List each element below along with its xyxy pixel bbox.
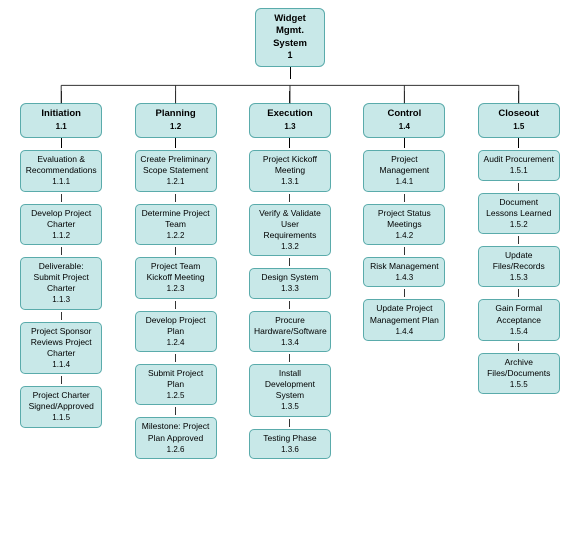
level1-label: Closeout: [498, 108, 539, 119]
level1-label: Execution: [267, 108, 312, 119]
sub-node-2-0: Project Kickoff Meeting1.3.1: [249, 150, 331, 191]
level1-node-1: Planning 1.2: [135, 103, 217, 138]
sub-nodes-col-2: Project Kickoff Meeting1.3.1 Verify & Val…: [236, 148, 344, 461]
sub-node-1-0: Create Preliminary Scope Statement1.2.1: [135, 150, 217, 191]
sub-node-4-3: Gain Formal Acceptance1.5.4: [478, 299, 560, 340]
sub-nodes-col-3: Project Management1.4.1 Project Status Me…: [350, 148, 458, 343]
sub-node-0-0: Evaluation & Recommendations1.1.1: [20, 150, 102, 191]
sub-node-1-2: Project Team Kickoff Meeting1.2.3: [135, 257, 217, 298]
sub-node-1-4: Submit Project Plan1.2.5: [135, 364, 217, 405]
sub-node-0-4: Project Charter Signed/Approved1.1.5: [20, 386, 102, 427]
sub-node-4-1: Document Lessons Learned1.5.2: [478, 193, 560, 234]
sub-node-3-0: Project Management1.4.1: [363, 150, 445, 191]
level1-num: 1.1: [56, 122, 67, 131]
sub-node-3-3: Update Project Management Plan1.4.4: [363, 299, 445, 340]
sub-nodes-col-1: Create Preliminary Scope Statement1.2.1 D…: [122, 148, 230, 461]
column-1: Planning 1.2 Create Preliminary Scope Stat…: [122, 91, 230, 461]
level1-node-0: Initiation 1.1: [20, 103, 102, 138]
sub-node-3-2: Risk Management1.4.3: [363, 257, 445, 287]
column-2: Execution 1.3 Project Kickoff Meeting1.3.1…: [236, 91, 344, 461]
sub-node-4-4: Archive Files/Documents1.5.5: [478, 353, 560, 394]
level1-node-4: Closeout 1.5: [478, 103, 560, 138]
level1-num: 1.2: [170, 122, 181, 131]
wbs-chart: Widget Mgmt. System 1 Initiation 1.1 Evalu…: [0, 0, 580, 469]
sub-nodes-col-0: Evaluation & Recommendations1.1.1 Develop…: [7, 148, 115, 430]
level1-node-2: Execution 1.3: [249, 103, 331, 138]
column-3: Control1.4Project Management1.4.1Project…: [350, 91, 458, 343]
root-node: Widget Mgmt. System 1: [255, 8, 325, 67]
level1-node-3: Control 1.4: [363, 103, 445, 138]
sub-node-0-3: Project Sponsor Reviews Project Charter1…: [20, 322, 102, 375]
sub-node-2-5: Testing Phase1.3.6: [249, 429, 331, 459]
sub-node-0-1: Develop Project Charter1.1.2: [20, 204, 102, 245]
sub-node-1-5: Milestone: Project Plan Approved1.2.6: [135, 417, 217, 458]
root-num: 1: [287, 50, 292, 60]
sub-node-1-3: Develop Project Plan1.2.4: [135, 311, 217, 352]
root-label: Widget Mgmt. System: [273, 13, 307, 49]
level1-num: 1.5: [513, 122, 524, 131]
sub-node-2-1: Verify & Validate User Requirements1.3.2: [249, 204, 331, 257]
sub-node-2-4: Install Development System1.3.5: [249, 364, 331, 417]
sub-node-4-2: Update Files/Records1.5.3: [478, 246, 560, 287]
sub-node-2-3: Procure Hardware/Software1.3.4: [249, 311, 331, 352]
sub-node-1-1: Determine Project Team1.2.2: [135, 204, 217, 245]
column-0: Initiation 1.1 Evaluation & Recommendation…: [7, 91, 115, 429]
level1-label: Initiation: [41, 108, 81, 119]
sub-node-0-2: Deliverable: Submit Project Charter1.1.3: [20, 257, 102, 310]
level1-label: Planning: [156, 108, 196, 119]
level1-num: 1.4: [399, 122, 410, 131]
level1-num: 1.3: [284, 122, 295, 131]
level1-label: Control: [387, 108, 421, 119]
sub-nodes-col-4: Audit Procurement1.5.1 Document Lessons L…: [465, 148, 573, 396]
sub-node-4-0: Audit Procurement1.5.1: [478, 150, 560, 180]
sub-node-2-2: Design System1.3.3: [249, 268, 331, 298]
sub-node-3-1: Project Status Meetings1.4.2: [363, 204, 445, 245]
column-4: Closeout 1.5 Audit Procurement1.5.1 Documen…: [465, 91, 573, 396]
